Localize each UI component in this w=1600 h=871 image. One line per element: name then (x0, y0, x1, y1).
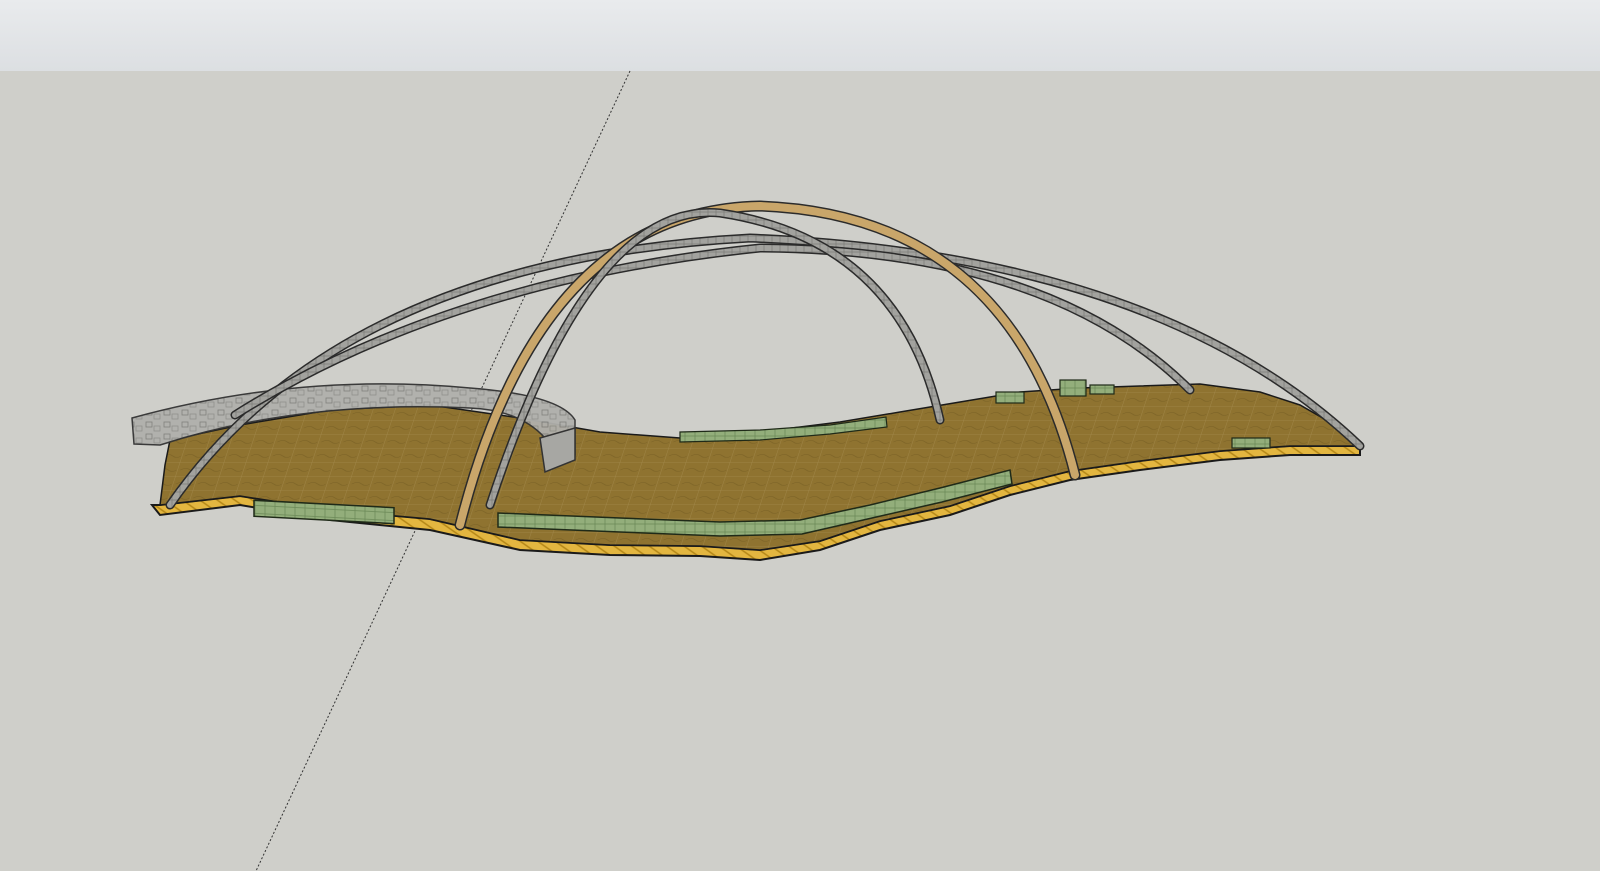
model-scene[interactable] (0, 0, 1600, 871)
